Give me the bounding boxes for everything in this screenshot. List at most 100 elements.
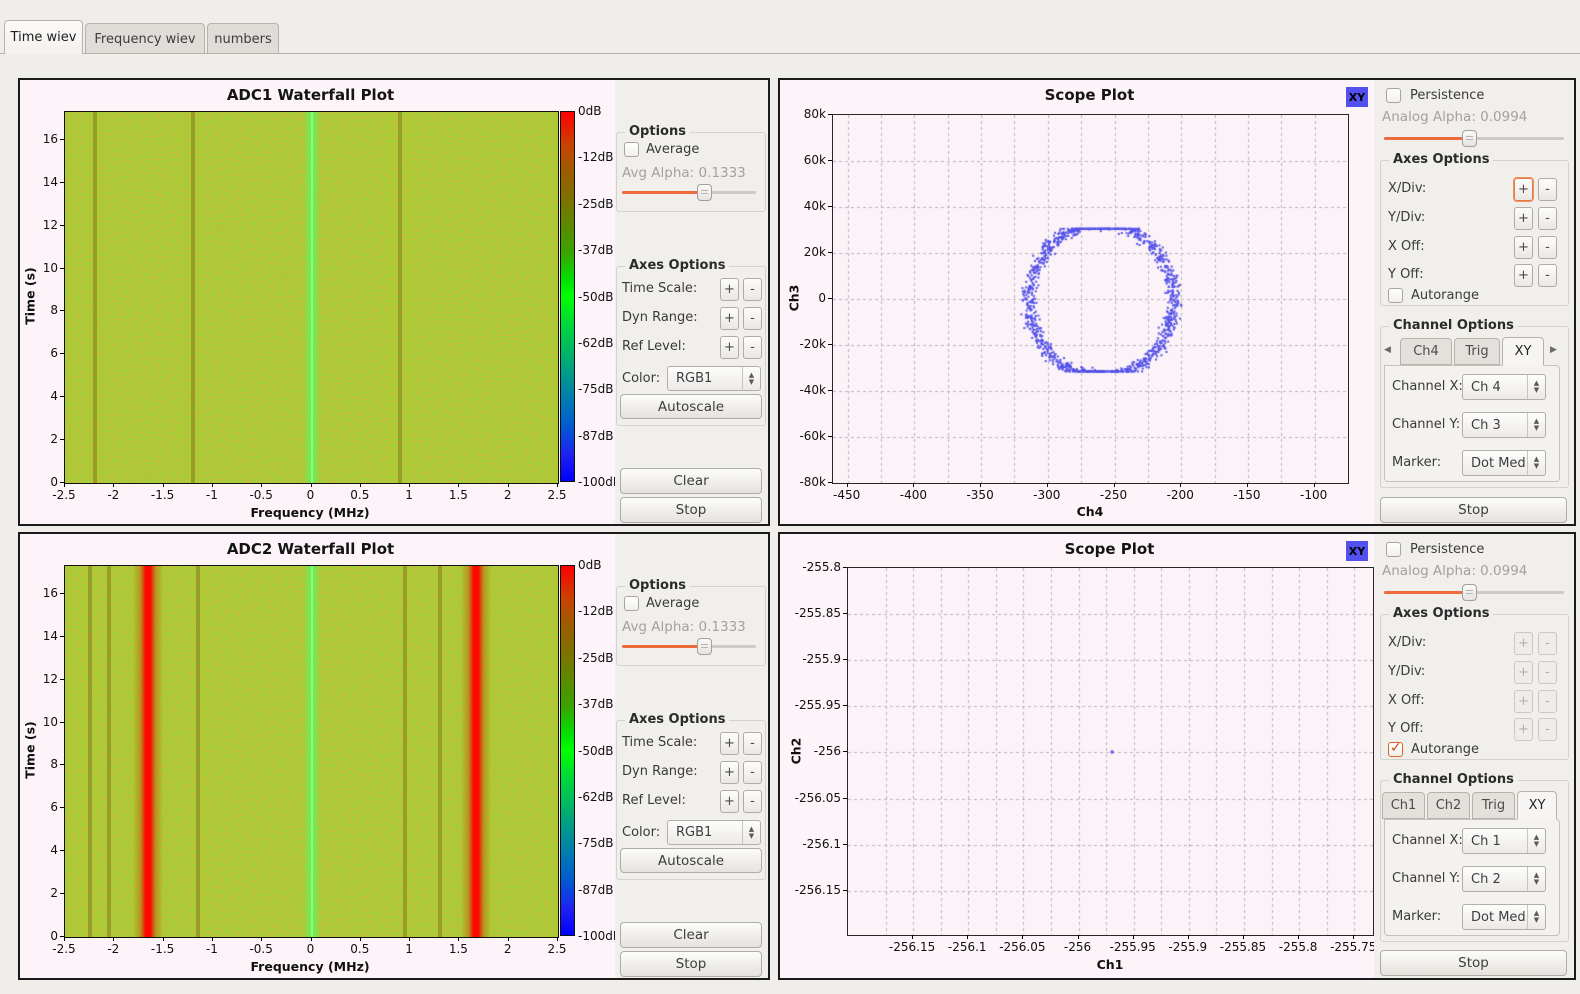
y-div-plus-button[interactable]: +	[1514, 661, 1533, 684]
autoscale-button[interactable]: Autoscale	[620, 848, 762, 873]
ref-level-plus-button[interactable]: +	[720, 790, 739, 813]
time-scale-minus-button[interactable]: -	[743, 278, 762, 301]
channel-y-spinbox[interactable]: Ch 3 ▲▼	[1462, 412, 1546, 438]
y-off-minus-button[interactable]: -	[1538, 718, 1557, 741]
y-tick-mark	[843, 567, 847, 568]
y-tick-mark	[828, 160, 832, 161]
channel-tab-ch4[interactable]: Ch4	[1400, 338, 1452, 365]
tab-time-view[interactable]: Time wiev	[4, 20, 83, 54]
x-tick-label: -2.5	[36, 942, 92, 956]
tab-scroll-left-icon[interactable]: ◀	[1384, 345, 1391, 355]
x-off-plus-button[interactable]: +	[1514, 690, 1533, 713]
x-div-plus-button[interactable]: +	[1514, 178, 1533, 201]
ref-level-minus-button[interactable]: -	[743, 790, 762, 813]
channel-y-spinbox[interactable]: Ch 2 ▲▼	[1462, 866, 1546, 892]
dyn-range-plus-button[interactable]: +	[720, 761, 739, 784]
x-div-label: X/Div:	[1388, 181, 1426, 196]
tab-frequency-view[interactable]: Frequency wiev	[85, 23, 205, 54]
y-div-minus-button[interactable]: -	[1538, 207, 1557, 230]
color-spinbox[interactable]: RGB1 ▲▼	[667, 366, 761, 391]
channel-tab-xy[interactable]: XY	[1517, 791, 1557, 820]
y-off-minus-button[interactable]: -	[1538, 264, 1557, 287]
analog-alpha-slider[interactable]	[1384, 130, 1564, 147]
autorange-checkbox[interactable]	[1388, 288, 1403, 303]
x-off-minus-button[interactable]: -	[1538, 690, 1557, 713]
ref-level-minus-button[interactable]: -	[743, 336, 762, 359]
x-tick-label: 0.5	[332, 488, 388, 502]
dyn-range-plus-button[interactable]: +	[720, 307, 739, 330]
slider-handle[interactable]	[697, 638, 712, 655]
color-spinbox-value: RGB1	[676, 367, 712, 390]
persistence-checkbox[interactable]	[1386, 542, 1401, 557]
slider-handle[interactable]	[697, 184, 712, 201]
adc2-waterfall-canvas[interactable]	[64, 565, 559, 938]
clear-button[interactable]: Clear	[620, 922, 762, 948]
marker-spinbox[interactable]: Dot Med ▲▼	[1462, 450, 1546, 476]
ref-level-plus-button[interactable]: +	[720, 336, 739, 359]
autoscale-button[interactable]: Autoscale	[620, 394, 762, 419]
clear-button[interactable]: Clear	[620, 468, 762, 494]
scope-bottom-x-axis-label: Ch1	[1097, 957, 1124, 972]
x-div-minus-button[interactable]: -	[1538, 178, 1557, 201]
x-tick-label: -200	[1152, 488, 1208, 502]
x-tick-label: -256.15	[884, 940, 940, 954]
stop-button[interactable]: Stop	[620, 497, 762, 523]
dyn-range-minus-button[interactable]: -	[743, 761, 762, 784]
channel-tab-ch1[interactable]: Ch1	[1382, 792, 1425, 819]
time-scale-plus-button[interactable]: +	[720, 278, 739, 301]
color-spinbox[interactable]: RGB1 ▲▼	[667, 820, 761, 845]
average-checkbox[interactable]	[624, 596, 639, 611]
y-tick-label: 4	[30, 843, 58, 857]
spinbox-arrows-icon[interactable]: ▲▼	[742, 821, 760, 844]
stop-button[interactable]: Stop	[1380, 497, 1567, 523]
x-tick-mark	[1047, 483, 1048, 487]
spinbox-arrows-icon[interactable]: ▲▼	[1527, 375, 1545, 399]
slider-handle[interactable]	[1462, 584, 1477, 601]
time-scale-minus-button[interactable]: -	[743, 732, 762, 755]
spinbox-arrows-icon[interactable]: ▲▼	[1527, 413, 1545, 437]
x-div-minus-button[interactable]: -	[1538, 632, 1557, 655]
autorange-checkbox[interactable]	[1388, 742, 1403, 757]
y-div-plus-button[interactable]: +	[1514, 207, 1533, 230]
tab-scroll-right-icon[interactable]: ▶	[1550, 345, 1557, 355]
analog-alpha-slider[interactable]	[1384, 584, 1564, 601]
channel-x-spinbox[interactable]: Ch 1 ▲▼	[1462, 828, 1546, 854]
scope-plot-canvas[interactable]	[847, 567, 1374, 936]
channel-tab-ch2[interactable]: Ch2	[1427, 792, 1470, 819]
slider-handle[interactable]	[1462, 130, 1477, 147]
tab-numbers[interactable]: numbers	[207, 23, 279, 54]
spinbox-arrows-icon[interactable]: ▲▼	[1527, 829, 1545, 853]
channel-tab-xy[interactable]: XY	[1502, 337, 1544, 366]
spinbox-arrows-icon[interactable]: ▲▼	[1527, 867, 1545, 891]
marker-spinbox[interactable]: Dot Med ▲▼	[1462, 904, 1546, 930]
stop-button[interactable]: Stop	[620, 951, 762, 977]
avg-alpha-slider[interactable]	[622, 184, 756, 201]
x-off-plus-button[interactable]: +	[1514, 236, 1533, 259]
spinbox-arrows-icon[interactable]: ▲▼	[1527, 905, 1545, 929]
x-tick-mark	[913, 483, 914, 487]
x-tick-label: -256.1	[939, 940, 995, 954]
avg-alpha-slider[interactable]	[622, 638, 756, 655]
y-tick-label: 4	[30, 389, 58, 403]
spinbox-arrows-icon[interactable]: ▲▼	[742, 367, 760, 390]
dyn-range-minus-button[interactable]: -	[743, 307, 762, 330]
x-tick-mark	[1114, 483, 1115, 487]
analog-alpha-value: Analog Alpha: 0.0994	[1382, 563, 1527, 579]
y-div-minus-button[interactable]: -	[1538, 661, 1557, 684]
time-scale-plus-button[interactable]: +	[720, 732, 739, 755]
persistence-checkbox[interactable]	[1386, 88, 1401, 103]
scope-plot-canvas[interactable]	[832, 114, 1349, 484]
x-div-plus-button[interactable]: +	[1514, 632, 1533, 655]
adc1-waterfall-canvas[interactable]	[64, 111, 559, 484]
channel-tab-trig[interactable]: Trig	[1472, 792, 1515, 819]
spinbox-arrows-icon[interactable]: ▲▼	[1527, 451, 1545, 475]
average-checkbox[interactable]	[624, 142, 639, 157]
y-off-plus-button[interactable]: +	[1514, 718, 1533, 741]
y-tick-label: -256.05	[785, 791, 841, 805]
faint-line-stripe	[107, 566, 111, 937]
channel-tab-trig[interactable]: Trig	[1454, 338, 1500, 365]
x-off-minus-button[interactable]: -	[1538, 236, 1557, 259]
channel-x-spinbox[interactable]: Ch 4 ▲▼	[1462, 374, 1546, 400]
y-off-plus-button[interactable]: +	[1514, 264, 1533, 287]
stop-button[interactable]: Stop	[1380, 950, 1567, 976]
